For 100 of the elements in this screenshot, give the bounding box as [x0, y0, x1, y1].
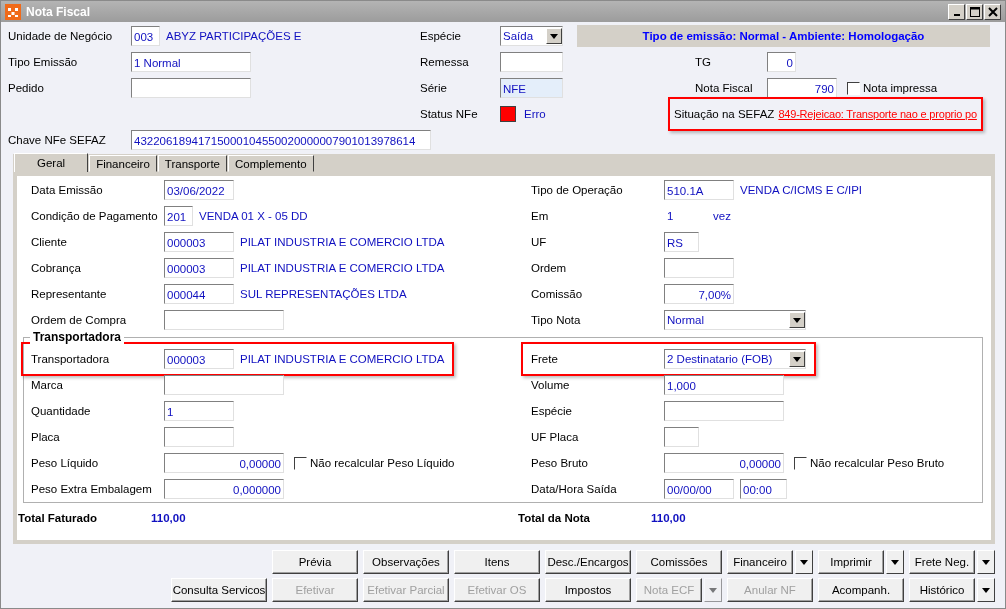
field-label: Peso Bruto — [531, 457, 589, 469]
input-field[interactable] — [164, 427, 234, 447]
action-button[interactable]: Imprimir — [818, 550, 884, 574]
checkbox-label: Não recalcular Peso Líquido — [310, 457, 455, 469]
field-label: Data/Hora Saída — [531, 483, 618, 495]
caret-icon — [709, 587, 717, 593]
field-value: PILAT INDUSTRIA E COMERCIO LTDA — [240, 262, 445, 274]
field-label: Data Emissão — [31, 184, 104, 196]
input-field[interactable]: 0,00000 — [164, 453, 284, 473]
caret-icon — [793, 317, 801, 323]
input-field[interactable] — [664, 427, 699, 447]
action-button[interactable]: Financeiro — [727, 550, 793, 574]
action-button[interactable]: Impostos — [545, 578, 631, 602]
input-field[interactable] — [164, 310, 284, 330]
action-button[interactable]: Itens — [454, 550, 540, 574]
input-field[interactable]: 0,00000 — [664, 453, 784, 473]
input-field[interactable] — [131, 78, 251, 98]
input-field[interactable]: 003 — [131, 26, 160, 46]
input-field[interactable]: 03/06/2022 — [164, 180, 234, 200]
input-field[interactable]: 0,000000 — [164, 479, 284, 499]
input-field[interactable] — [500, 52, 563, 72]
minimize-button[interactable] — [948, 3, 965, 20]
dropdown-arrow-button[interactable] — [977, 578, 995, 602]
close-icon — [987, 6, 998, 17]
tab[interactable]: Transporte — [157, 155, 227, 172]
field-label: Transportadora — [31, 353, 111, 365]
input-field[interactable] — [664, 401, 784, 421]
dropdown-arrow-button[interactable] — [795, 550, 813, 574]
dropdown-field[interactable]: Saída — [500, 26, 563, 46]
field-label: Espécie — [531, 405, 573, 417]
action-button[interactable]: Acompanh. — [818, 578, 904, 602]
field-label: Série — [420, 82, 448, 94]
field-label: Cliente — [31, 236, 68, 248]
input-field[interactable]: 510.1A — [664, 180, 734, 200]
action-button[interactable]: Observações — [363, 550, 449, 574]
input-field[interactable]: 7,00% — [664, 284, 734, 304]
checkbox[interactable] — [847, 81, 860, 95]
field-label: Ordem de Compra — [31, 314, 128, 326]
action-button[interactable]: Comissões — [636, 550, 722, 574]
caret-icon — [982, 559, 990, 565]
field-label: Em — [531, 210, 550, 222]
maximize-icon — [969, 6, 980, 17]
dropdown-arrow-button[interactable] — [977, 550, 995, 574]
field-label: UF Placa — [531, 431, 580, 443]
dropdown-field[interactable]: 2 Destinatario (FOB) — [664, 349, 806, 369]
input-field[interactable]: 1 Normal — [131, 52, 251, 72]
dropdown-field[interactable]: Normal — [664, 310, 806, 330]
dropdown-arrow-button[interactable] — [886, 550, 904, 574]
field-label: Peso Líquido — [31, 457, 100, 469]
field-label: Volume — [531, 379, 571, 391]
caret-icon — [891, 559, 899, 565]
total-label: Total da Nota — [517, 512, 591, 524]
total-value: 110,00 — [651, 512, 686, 524]
total-value: 110,00 — [151, 512, 186, 524]
action-button[interactable]: Consulta Servicos — [171, 578, 267, 602]
tab[interactable]: Financeiro — [89, 155, 157, 172]
action-button[interactable]: Histórico — [909, 578, 975, 602]
status-link[interactable]: 849-Rejeicao: Transporte nao e proprio po — [778, 108, 977, 120]
caret-icon — [793, 356, 801, 362]
field-label: Frete — [531, 353, 559, 365]
input-field[interactable]: 000003 — [164, 349, 234, 369]
input-field[interactable] — [164, 375, 284, 395]
input-field[interactable]: 00/00/00 — [664, 479, 734, 499]
input-field[interactable]: 000003 — [164, 232, 234, 252]
field-label: Condição de Pagamento — [31, 210, 158, 222]
action-button[interactable]: Prévia — [272, 550, 358, 574]
maximize-button[interactable] — [966, 3, 983, 20]
group-title: Transportadora — [30, 330, 125, 344]
tab[interactable]: Complemento — [228, 155, 314, 172]
field-label: Ordem — [531, 262, 568, 274]
input-field[interactable]: 1 — [164, 401, 234, 421]
input-field[interactable]: 43220618941715000104550020000007901013978614 — [131, 130, 431, 150]
field-value: SUL REPRESENTAÇÕES LTDA — [240, 288, 407, 300]
input-field[interactable]: RS — [664, 232, 699, 252]
action-button[interactable]: Frete Neg. — [909, 550, 975, 574]
input-field[interactable]: 000003 — [164, 258, 234, 278]
input-field[interactable]: 0 — [767, 52, 796, 72]
input-field[interactable]: 201 — [164, 206, 193, 226]
close-button[interactable] — [984, 3, 1001, 20]
field-value: ABYZ PARTICIPAÇÕES E — [166, 30, 302, 42]
input-field[interactable]: 00:00 — [740, 479, 787, 499]
input-field[interactable]: NFE — [500, 78, 563, 98]
field-value: VENDA C/ICMS E C/IPI — [740, 184, 863, 196]
window-title: Nota Fiscal — [26, 4, 92, 19]
tab[interactable]: Geral — [14, 153, 89, 172]
caret-icon — [550, 33, 558, 39]
field-label: Peso Extra Embalagem — [31, 483, 153, 495]
input-field[interactable]: 790 — [767, 78, 837, 98]
field-label: UF — [531, 236, 548, 248]
field-label: Representante — [31, 288, 108, 300]
field-label: Tipo de Operação — [531, 184, 624, 196]
total-label: Total Faturado — [17, 512, 98, 524]
field-label: Unidade de Negócio — [8, 30, 114, 42]
input-field[interactable]: 1,000 — [664, 375, 784, 395]
action-button[interactable]: Desc./Encargos — [545, 550, 631, 574]
field-label: Espécie — [420, 30, 462, 42]
input-field[interactable]: 000044 — [164, 284, 234, 304]
checkbox-label: Não recalcular Peso Bruto — [810, 457, 945, 469]
status-banner: Tipo de emissão: Normal - Ambiente: Homologação — [577, 25, 990, 47]
input-field[interactable] — [664, 258, 734, 278]
